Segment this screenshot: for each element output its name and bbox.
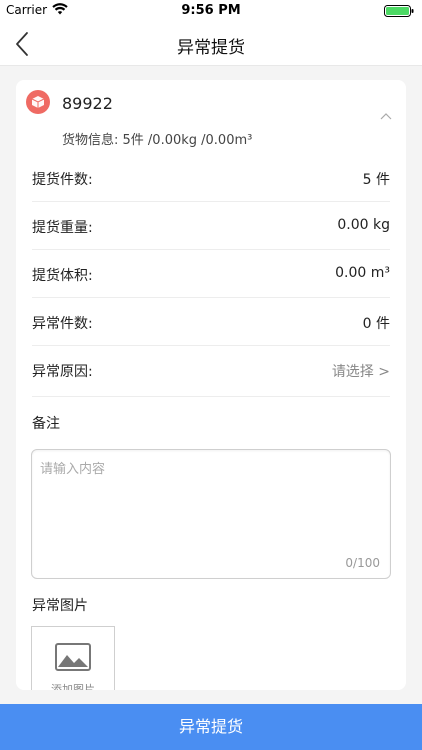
row-label: 异常原因:: [32, 364, 93, 380]
exception-quantity-value[interactable]: 0 件: [363, 313, 390, 333]
chevron-up-icon[interactable]: [380, 112, 392, 120]
row-label: 提货体积:: [32, 268, 93, 284]
submit-button[interactable]: 异常提货: [0, 704, 422, 750]
row-value: 0.00 m³: [335, 265, 390, 281]
image-icon: [55, 643, 91, 671]
row-exception-reason[interactable]: 异常原因: 请选择 >: [32, 346, 390, 397]
package-icon: [26, 90, 50, 114]
status-bar: Carrier 9:56 PM: [0, 0, 422, 22]
add-photo-label: 添加图片: [51, 683, 95, 690]
add-photo-button[interactable]: 添加图片: [31, 626, 115, 690]
exception-reason-select[interactable]: 请选择 >: [332, 361, 390, 381]
photo-label: 异常图片: [32, 598, 88, 614]
order-number: 89922: [62, 94, 113, 113]
row-label: 提货件数:: [32, 172, 93, 188]
row-pickup-quantity: 提货件数: 5 件: [32, 154, 390, 202]
nav-bar: 异常提货: [0, 22, 422, 66]
row-value: 5 件: [362, 172, 390, 188]
remark-input[interactable]: [32, 450, 390, 578]
remark-label: 备注: [32, 416, 60, 432]
remark-box: 0/100: [31, 449, 391, 579]
row-exception-quantity[interactable]: 异常件数: 0 件: [32, 298, 390, 346]
page-title: 异常提货: [177, 38, 245, 58]
clock: 9:56 PM: [181, 3, 241, 18]
cargo-info: 货物信息: 5件 /0.00kg /0.00m³: [62, 133, 253, 148]
battery-icon: [384, 5, 414, 17]
char-counter: 0/100: [345, 556, 380, 570]
row-pickup-weight: 提货重量: 0.00 kg: [32, 202, 390, 250]
row-value: 0.00 kg: [337, 217, 390, 233]
order-card: 89922 货物信息: 5件 /0.00kg /0.00m³ 提货件数: 5 件…: [16, 80, 406, 690]
row-pickup-volume: 提货体积: 0.00 m³: [32, 250, 390, 298]
row-label: 异常件数:: [32, 316, 93, 332]
row-label: 提货重量:: [32, 220, 93, 236]
